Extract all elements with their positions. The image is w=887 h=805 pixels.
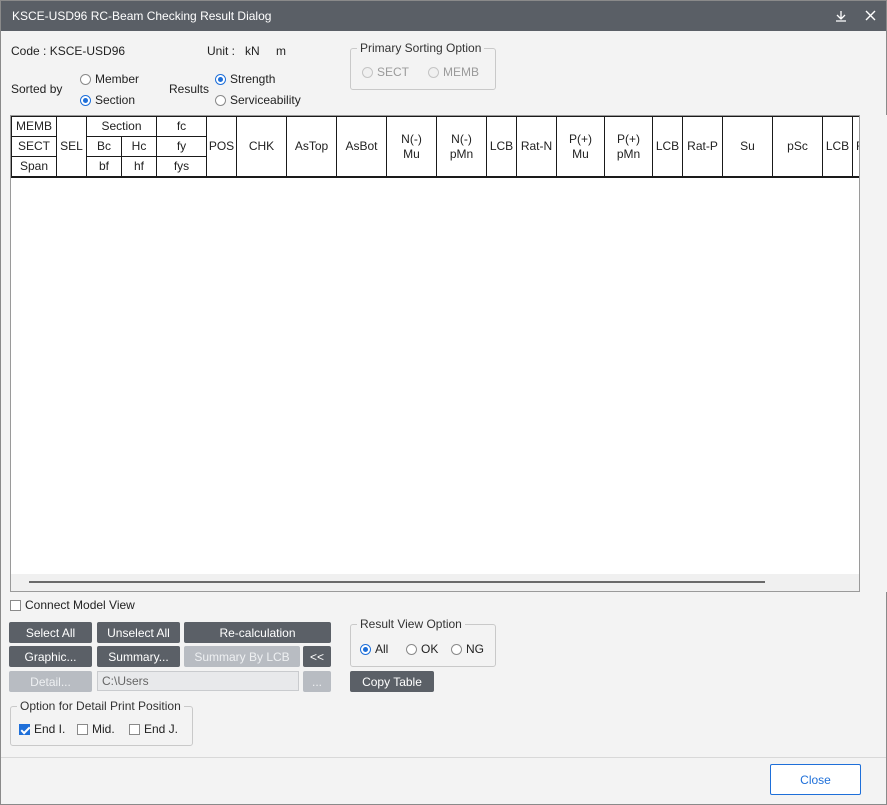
result-view-all-label: All bbox=[375, 642, 389, 656]
header-bottom-border bbox=[11, 176, 859, 178]
graphic-button[interactable]: Graphic... bbox=[9, 646, 92, 667]
result-view-all-radio[interactable]: All bbox=[360, 642, 388, 656]
header-bc[interactable]: Bc bbox=[86, 136, 122, 157]
header-fys[interactable]: fys bbox=[156, 156, 207, 177]
unselect-all-button[interactable]: Unselect All bbox=[97, 622, 180, 643]
header-span[interactable]: Span bbox=[11, 156, 57, 177]
result-view-ok-label: OK bbox=[421, 642, 439, 656]
header-p-pmn[interactable]: P(+) pMn bbox=[604, 116, 653, 177]
sorted-by-label: Sorted by bbox=[11, 82, 63, 96]
connect-model-view-label: Connect Model View bbox=[25, 598, 135, 612]
results-strength-label: Strength bbox=[230, 72, 276, 86]
unit-length: m bbox=[276, 44, 286, 58]
mid-checkbox[interactable]: Mid. bbox=[77, 722, 115, 736]
header-section[interactable]: Section bbox=[86, 116, 157, 137]
header-n-mu[interactable]: N(-) Mu bbox=[386, 116, 437, 177]
connect-model-view-checkbox[interactable]: Connect Model View bbox=[10, 598, 135, 612]
header-rat-p[interactable]: Rat-P bbox=[682, 116, 723, 177]
header-asbot[interactable]: AsBot bbox=[336, 116, 387, 177]
end-i-label: End I. bbox=[34, 722, 66, 736]
result-view-ok-radio[interactable]: OK bbox=[406, 642, 438, 656]
header-memb[interactable]: MEMB bbox=[11, 116, 57, 137]
sort-member-radio[interactable]: Member bbox=[80, 72, 139, 86]
results-table[interactable]: MEMB SECT Span SEL Section Bc Hc bf hf f… bbox=[10, 115, 860, 592]
detail-button[interactable]: Detail... bbox=[9, 671, 92, 692]
header-n-pmn[interactable]: N(-) pMn bbox=[436, 116, 487, 177]
sort-section-radio[interactable]: Section bbox=[80, 93, 135, 107]
footer-divider bbox=[1, 757, 886, 758]
header-rat-n[interactable]: Rat-N bbox=[516, 116, 557, 177]
header-hf[interactable]: hf bbox=[121, 156, 157, 177]
results-strength-radio[interactable]: Strength bbox=[215, 72, 275, 86]
header-chk[interactable]: CHK bbox=[236, 116, 287, 177]
unit-label: Unit : bbox=[207, 44, 236, 58]
header-lcb-1[interactable]: LCB bbox=[486, 116, 517, 177]
header-pos[interactable]: POS bbox=[206, 116, 237, 177]
result-view-title: Result View Option bbox=[357, 617, 465, 631]
primary-memb-radio[interactable]: MEMB bbox=[428, 65, 479, 79]
header-p-mu[interactable]: P(+) Mu bbox=[556, 116, 605, 177]
detail-print-title: Option for Detail Print Position bbox=[17, 699, 184, 713]
table-header: MEMB SECT Span SEL Section Bc Hc bf hf f… bbox=[11, 116, 859, 177]
unit-force: kN bbox=[245, 44, 260, 58]
header-bf[interactable]: bf bbox=[86, 156, 122, 177]
collapse-button[interactable]: << bbox=[303, 646, 331, 667]
path-field[interactable]: C:\Users bbox=[97, 671, 299, 691]
close-button[interactable]: Close bbox=[770, 764, 861, 795]
primary-memb-label: MEMB bbox=[443, 65, 479, 79]
download-arrow-icon[interactable] bbox=[830, 5, 852, 27]
header-hc[interactable]: Hc bbox=[121, 136, 157, 157]
header-sel[interactable]: SEL bbox=[56, 116, 87, 177]
table-side-gap bbox=[860, 115, 887, 592]
results-serviceability-label: Serviceability bbox=[230, 93, 301, 107]
summary-by-lcb-button[interactable]: Summary By LCB bbox=[184, 646, 300, 667]
end-j-checkbox[interactable]: End J. bbox=[129, 722, 178, 736]
window-title: KSCE-USD96 RC-Beam Checking Result Dialo… bbox=[12, 9, 272, 23]
sort-member-label: Member bbox=[95, 72, 140, 86]
results-label: Results bbox=[169, 82, 210, 96]
scrollbar-thumb[interactable] bbox=[29, 581, 765, 583]
header-fy[interactable]: fy bbox=[156, 136, 207, 157]
header-psc[interactable]: pSc bbox=[772, 116, 823, 177]
header-su[interactable]: Su bbox=[722, 116, 773, 177]
copy-table-button[interactable]: Copy Table bbox=[350, 671, 434, 692]
header-astop[interactable]: AsTop bbox=[286, 116, 337, 177]
result-view-ng-label: NG bbox=[466, 642, 484, 656]
header-rat-truncated[interactable]: R bbox=[852, 116, 859, 177]
end-i-checkbox[interactable]: End I. bbox=[19, 722, 65, 736]
header-sect[interactable]: SECT bbox=[11, 136, 57, 157]
results-serviceability-radio[interactable]: Serviceability bbox=[215, 93, 301, 107]
code-label: Code : KSCE-USD96 bbox=[11, 44, 126, 58]
primary-sect-radio[interactable]: SECT bbox=[362, 65, 409, 79]
rc-beam-result-dialog: KSCE-USD96 RC-Beam Checking Result Dialo… bbox=[0, 0, 887, 805]
primary-sorting-title: Primary Sorting Option bbox=[357, 41, 485, 55]
select-all-button[interactable]: Select All bbox=[9, 622, 92, 643]
browse-button[interactable]: ... bbox=[303, 671, 331, 692]
mid-label: Mid. bbox=[92, 722, 115, 736]
summary-button[interactable]: Summary... bbox=[97, 646, 180, 667]
header-lcb-2[interactable]: LCB bbox=[652, 116, 683, 177]
title-bar: KSCE-USD96 RC-Beam Checking Result Dialo… bbox=[1, 1, 886, 31]
header-fc[interactable]: fc bbox=[156, 116, 207, 137]
header-lcb-3[interactable]: LCB bbox=[822, 116, 853, 177]
sort-section-label: Section bbox=[95, 93, 136, 107]
close-icon[interactable] bbox=[859, 5, 881, 27]
result-view-ng-radio[interactable]: NG bbox=[451, 642, 484, 656]
end-j-label: End J. bbox=[144, 722, 179, 736]
horizontal-scrollbar[interactable] bbox=[11, 574, 859, 591]
primary-sect-label: SECT bbox=[377, 65, 410, 79]
recalculation-button[interactable]: Re-calculation bbox=[184, 622, 331, 643]
